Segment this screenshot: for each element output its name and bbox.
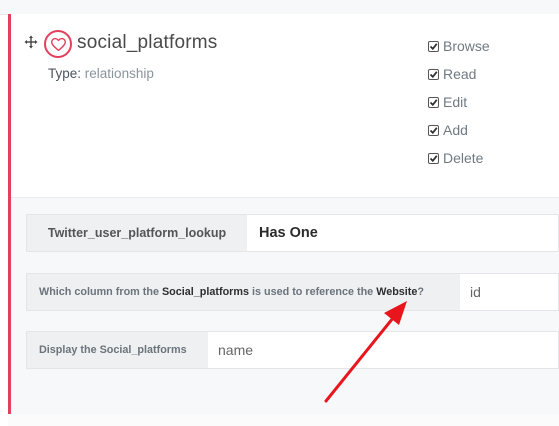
card-footer <box>8 414 559 426</box>
reference-column-row: Which column from the Social_platforms i… <box>26 273 559 311</box>
read-checkbox[interactable] <box>428 68 439 80</box>
permission-read[interactable]: Read <box>428 65 476 83</box>
delete-label: Delete <box>443 150 484 166</box>
edit-checkbox[interactable] <box>428 96 439 108</box>
reference-q-middle: is used to reference the <box>248 286 377 298</box>
relationship-title: social_platforms <box>77 32 218 53</box>
reference-q-prefix: Which column from the <box>39 286 162 298</box>
type-value: relationship <box>84 66 154 81</box>
permission-add[interactable]: Add <box>428 121 468 139</box>
relation-name-label: Twitter_user_platform_lookup <box>27 215 247 251</box>
delete-checkbox[interactable] <box>428 152 439 164</box>
add-label: Add <box>443 122 468 138</box>
browse-checkbox[interactable] <box>428 40 439 52</box>
relationship-type: Type: relationship <box>48 66 154 81</box>
relation-type-row: Twitter_user_platform_lookup Has One <box>26 214 559 252</box>
permission-delete[interactable]: Delete <box>428 149 483 167</box>
reference-q-table: Social_platforms <box>161 286 249 298</box>
top-strip <box>0 0 559 15</box>
add-checkbox[interactable] <box>428 124 439 136</box>
relation-type-select[interactable]: Has One <box>247 215 558 251</box>
browse-label: Browse <box>443 38 490 54</box>
heart-icon <box>44 30 72 58</box>
permission-edit[interactable]: Edit <box>428 93 467 111</box>
read-label: Read <box>443 66 477 82</box>
display-column-row: Display the Social_platforms name <box>26 331 559 369</box>
drag-handle-icon[interactable] <box>24 35 38 49</box>
display-column-select[interactable]: name <box>208 332 558 368</box>
display-column-label: Display the Social_platforms <box>27 332 208 368</box>
reference-column-select[interactable]: id <box>460 274 558 310</box>
reference-q-suffix: ? <box>417 286 425 298</box>
section-divider <box>11 197 559 198</box>
edit-label: Edit <box>443 94 468 110</box>
type-label: Type: <box>48 66 82 81</box>
permission-browse[interactable]: Browse <box>428 37 490 55</box>
reference-q-target: Website <box>376 286 418 298</box>
reference-column-label: Which column from the Social_platforms i… <box>27 274 460 310</box>
